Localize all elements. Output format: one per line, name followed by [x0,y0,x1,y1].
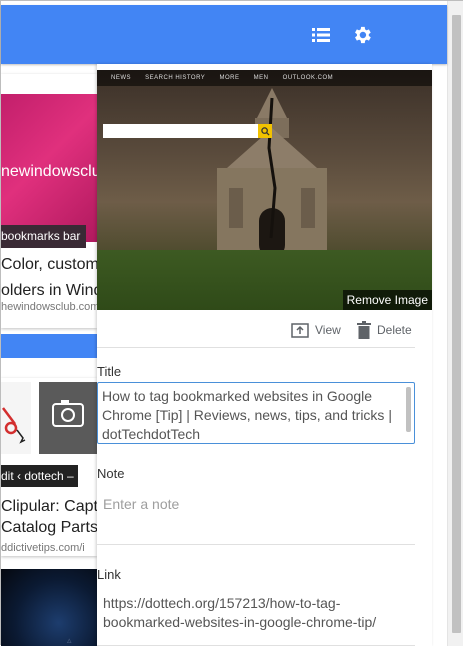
link-label: Link [97,567,121,582]
view-label: View [315,323,341,337]
title-label: Title [97,364,122,379]
bookmark-grid: newindowsclub bookmarks bar Color, custo… [1,64,97,646]
thumbnail-decoration: ▵ [67,635,73,645]
scrollbar-thumb[interactable] [452,15,461,633]
bookmark-tag: bookmarks bar [1,225,87,248]
bookmark-url: hewindowsclub.com [1,301,97,313]
delete-button[interactable]: Delete [357,319,412,341]
note-field[interactable] [103,494,403,514]
bookmark-thumbnail[interactable]: ▵ [1,569,97,646]
temple-illustration [217,88,327,258]
bookmark-title: Clipular: Captu Catalog Parts C [1,498,97,536]
bookmark-title: Color, customi olders in Wind [1,256,97,299]
bookmark-card[interactable]: dit ‹ dottech – Clipular: Captu Catalog … [1,378,97,556]
bookmark-url: ddictivetips.com/i [1,542,85,554]
bookmark-preview-image: NEWS SEARCH HISTORY MORE MEN OUTLOOK.COM [97,70,432,310]
thumbnail-text: newindowsclub [1,163,97,180]
divider [97,544,415,545]
title-field-scrollbar[interactable] [406,387,411,432]
view-button[interactable]: View [291,319,341,341]
title-field-value: How to tag bookmarked websites in Google… [102,388,392,442]
top-app-bar [1,5,447,64]
bookmark-thumbnail [1,382,31,454]
extension-window: newindowsclub bookmarks bar Color, custo… [0,0,463,646]
title-field[interactable]: How to tag bookmarked websites in Google… [97,382,415,444]
selected-card-strip [1,334,97,358]
search-icon [260,126,270,136]
bookmark-actions: View Delete [97,317,417,347]
trash-icon [357,321,371,339]
preview-search-button [258,124,272,138]
link-field[interactable]: https://dottech.org/157213/how-to-tag-bo… [103,594,403,632]
bookmark-card[interactable]: newindowsclub bookmarks bar Color, custo… [1,74,97,328]
list-view-button[interactable] [309,23,333,47]
delete-label: Delete [377,323,412,337]
bookmark-thumbnail [39,382,97,454]
gear-icon [355,26,371,44]
settings-button[interactable] [349,22,375,48]
bookmark-detail-panel: NEWS SEARCH HISTORY MORE MEN OUTLOOK.COM [97,64,432,646]
window-scrollbar[interactable] [447,1,463,646]
divider [97,347,415,348]
preview-search-box [103,124,258,138]
list-view-icon [312,28,330,42]
open-external-icon [291,323,309,338]
scissors-icon [2,407,26,444]
remove-image-button[interactable]: Remove Image [342,290,432,310]
bookmark-tag: dit ‹ dottech – [1,465,78,487]
preview-nav-strip: NEWS SEARCH HISTORY MORE MEN OUTLOOK.COM [97,70,432,86]
camera-icon [52,400,84,427]
note-label: Note [97,466,125,481]
